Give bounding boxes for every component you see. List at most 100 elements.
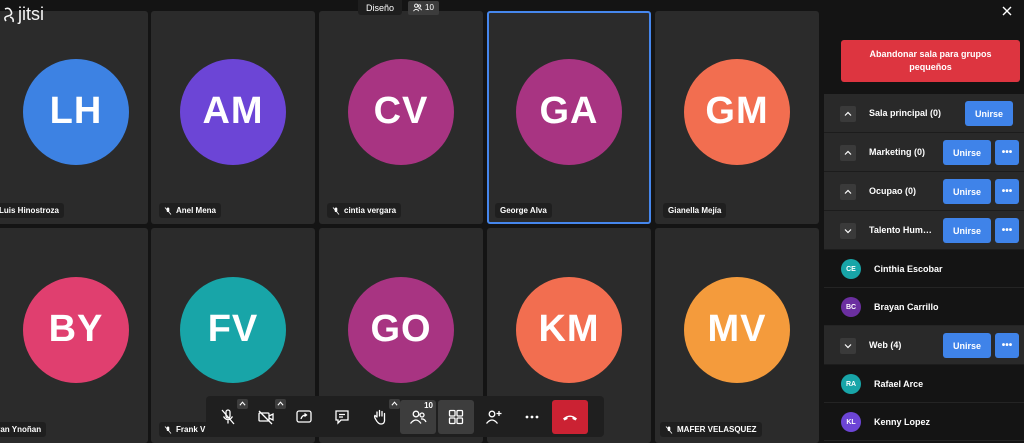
avatar: BY bbox=[23, 276, 129, 383]
add-user-icon bbox=[485, 410, 502, 424]
chat-icon bbox=[335, 409, 349, 425]
breakout-rooms-panel: Abandonar sala para grupos pequeños Sala… bbox=[824, 0, 1024, 443]
layout-button[interactable]: Diseño bbox=[358, 0, 403, 15]
chevron-up-icon bbox=[391, 401, 398, 406]
microphone-button[interactable] bbox=[210, 398, 248, 434]
leave-breakout-room-button[interactable]: Abandonar sala para grupos pequeños bbox=[841, 40, 1020, 82]
participants-icon bbox=[409, 410, 427, 424]
member-name: Cinthia Escobar bbox=[874, 264, 943, 274]
breakout-room-list: Sala principal (0) Unirse Marketing (0) … bbox=[824, 94, 1024, 441]
mic-muted-icon bbox=[221, 408, 235, 424]
hang-up-icon bbox=[563, 415, 577, 420]
top-bar: Diseño 10 bbox=[358, 0, 439, 15]
participant-tile[interactable]: MV MAFER VELASQUEZ bbox=[655, 228, 819, 443]
avatar: AM bbox=[180, 58, 286, 165]
chevron-down-icon bbox=[844, 344, 852, 349]
participant-tile[interactable]: AM Anel Mena bbox=[151, 11, 315, 224]
nameplate: cintia vergara bbox=[327, 203, 402, 218]
nameplate: MAFER VELASQUEZ bbox=[660, 422, 762, 437]
room-row-main[interactable]: Sala principal (0) Unirse bbox=[824, 94, 1024, 133]
expand-room-toggle[interactable] bbox=[840, 145, 856, 161]
expand-room-toggle[interactable] bbox=[840, 106, 856, 122]
join-room-button[interactable]: Unirse bbox=[943, 140, 991, 165]
participant-tile-active-speaker[interactable]: GA George Alva bbox=[487, 11, 651, 224]
expand-room-toggle[interactable] bbox=[840, 184, 856, 200]
participant-count: 10 bbox=[425, 3, 434, 12]
leave-meeting-button[interactable] bbox=[552, 399, 588, 434]
member-name: Kenny Lopez bbox=[874, 417, 931, 427]
join-room-button[interactable]: Unirse bbox=[943, 333, 991, 358]
microphone-options-button[interactable] bbox=[237, 398, 248, 409]
participant-tile[interactable]: CV cintia vergara bbox=[319, 11, 483, 224]
chat-button[interactable] bbox=[324, 400, 360, 434]
room-row-marketing[interactable]: Marketing (0) Unirse ••• bbox=[824, 133, 1024, 172]
participant-name: Anel Mena bbox=[176, 206, 217, 215]
member-avatar: RA bbox=[841, 374, 861, 394]
camera-options-button[interactable] bbox=[275, 398, 286, 409]
room-member[interactable]: KL Kenny Lopez bbox=[824, 403, 1024, 441]
room-member[interactable]: RA Rafael Arce bbox=[824, 365, 1024, 403]
more-horizontal-icon bbox=[525, 415, 539, 418]
raise-hand-button[interactable] bbox=[362, 398, 400, 434]
mic-muted-icon bbox=[164, 206, 172, 215]
nameplate: Luis Hinostroza bbox=[0, 203, 65, 218]
participant-name: George Alva bbox=[500, 206, 547, 215]
participant-count-pill[interactable]: 10 bbox=[408, 0, 439, 15]
room-options-button[interactable]: ••• bbox=[995, 140, 1019, 165]
join-room-button[interactable]: Unirse bbox=[965, 101, 1013, 126]
participant-name: Gianella Mejía bbox=[668, 206, 722, 215]
room-name: Ocupao (0) bbox=[869, 186, 917, 196]
more-actions-button[interactable] bbox=[514, 400, 550, 434]
avatar: CV bbox=[348, 58, 454, 165]
mic-muted-icon bbox=[332, 206, 340, 215]
reactions-options-button[interactable] bbox=[389, 398, 400, 409]
invite-button[interactable] bbox=[476, 400, 512, 434]
participant-tile[interactable]: LH Luis Hinostroza bbox=[0, 11, 148, 224]
tile-view-button[interactable] bbox=[438, 399, 474, 434]
avatar: GO bbox=[348, 276, 454, 383]
room-name: Marketing (0) bbox=[869, 147, 926, 157]
member-name: Rafael Arce bbox=[874, 379, 924, 389]
room-row-talento[interactable]: Talento Hum… Unirse ••• bbox=[824, 211, 1024, 250]
join-room-button[interactable]: Unirse bbox=[943, 179, 991, 204]
chevron-up-icon bbox=[844, 189, 852, 194]
camera-off-icon bbox=[258, 410, 274, 424]
avatar: GA bbox=[516, 58, 622, 165]
chevron-up-icon bbox=[844, 111, 852, 116]
join-room-button[interactable]: Unirse bbox=[943, 218, 991, 243]
room-row-ocupao[interactable]: Ocupao (0) Unirse ••• bbox=[824, 172, 1024, 211]
video-grid: jitsi Diseño 10 LH Luis Hinostroza AM An… bbox=[0, 0, 824, 443]
participants-count-badge: 10 bbox=[424, 400, 433, 410]
room-options-button[interactable]: ••• bbox=[995, 218, 1019, 243]
close-panel-button[interactable] bbox=[1002, 3, 1016, 17]
avatar: FV bbox=[180, 276, 286, 383]
collapse-room-toggle[interactable] bbox=[840, 223, 856, 239]
raise-hand-icon bbox=[373, 409, 386, 425]
jitsi-logo-icon bbox=[4, 7, 14, 22]
camera-button[interactable] bbox=[248, 398, 286, 434]
participant-name: cintia vergara bbox=[344, 206, 397, 215]
room-member[interactable]: CE Cinthia Escobar bbox=[824, 250, 1024, 288]
member-avatar: CE bbox=[841, 259, 861, 279]
room-member[interactable]: BC Brayan Carrillo bbox=[824, 288, 1024, 326]
participants-icon bbox=[413, 3, 423, 12]
logo-text: jitsi bbox=[18, 4, 44, 24]
room-options-button[interactable]: ••• bbox=[995, 333, 1019, 358]
collapse-room-toggle[interactable] bbox=[840, 338, 856, 354]
room-options-button[interactable]: ••• bbox=[995, 179, 1019, 204]
member-avatar: BC bbox=[841, 297, 861, 317]
member-avatar: KL bbox=[841, 412, 861, 432]
avatar: MV bbox=[684, 276, 790, 383]
member-name: Brayan Carrillo bbox=[874, 302, 939, 312]
participants-button[interactable]: 10 bbox=[400, 399, 436, 434]
mic-muted-icon bbox=[164, 425, 172, 434]
share-screen-button[interactable] bbox=[286, 400, 322, 434]
meeting-toolbar: 10 bbox=[206, 396, 604, 437]
jitsi-logo: jitsi bbox=[2, 4, 44, 25]
participant-tile[interactable]: BY Bryan Ynoñan bbox=[0, 228, 148, 443]
participant-tile[interactable]: GM Gianella Mejía bbox=[655, 11, 819, 224]
grid-icon bbox=[448, 409, 464, 424]
participant-name: Luis Hinostroza bbox=[0, 206, 60, 215]
room-row-web[interactable]: Web (4) Unirse ••• bbox=[824, 326, 1024, 365]
room-name: Sala principal (0) bbox=[869, 108, 942, 118]
